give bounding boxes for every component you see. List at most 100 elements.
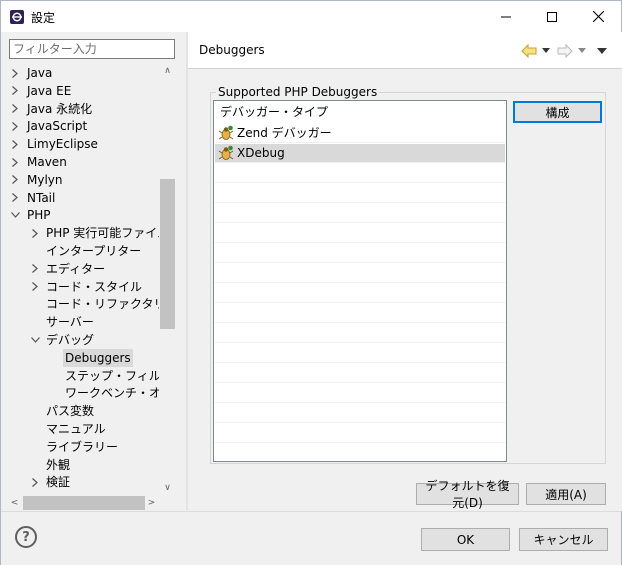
tree-item[interactable]: サーバー [7, 313, 161, 331]
tree-item[interactable]: Debuggers [7, 348, 161, 367]
window-title: 設定 [31, 11, 56, 25]
maximize-icon [547, 11, 557, 22]
chevron-down-icon[interactable] [29, 331, 41, 349]
empty-list-row [215, 164, 505, 183]
tree-item-label: ワークベンチ・オプシ [65, 386, 161, 401]
chevron-right-icon[interactable] [29, 278, 41, 296]
tree-item[interactable]: NTail [7, 189, 161, 207]
back-history-dropdown[interactable] [542, 42, 550, 60]
tree-item-label: JavaScript [27, 119, 88, 134]
view-menu-button[interactable] [597, 42, 607, 60]
tree-item[interactable]: LimyEclipse [7, 135, 161, 153]
tree-item[interactable]: デバッグ [7, 331, 161, 349]
tree-item[interactable]: Java [7, 64, 161, 82]
close-icon [592, 11, 604, 22]
chevron-down-icon[interactable] [9, 206, 21, 224]
maximize-button[interactable] [529, 1, 575, 32]
filter-input[interactable] [9, 39, 175, 59]
tree-item[interactable]: コード・スタイル [7, 278, 161, 296]
forward-arrow-icon [557, 44, 573, 58]
tree-item-label: Maven [27, 155, 67, 169]
debugger-list-item[interactable]: XDebug [215, 144, 505, 163]
view-menu-icon [597, 47, 607, 54]
dropdown-icon [542, 48, 550, 53]
tree-item[interactable]: エディター [7, 260, 161, 278]
ok-button[interactable]: OK [421, 528, 510, 551]
tree-item[interactable]: Mylyn [7, 171, 161, 189]
debugger-label: Zend デバッガー [237, 125, 332, 140]
eclipse-icon [10, 10, 24, 24]
chevron-right-icon[interactable] [9, 171, 21, 189]
chevron-right-icon[interactable] [9, 135, 21, 153]
scroll-thumb[interactable] [23, 496, 145, 510]
tree-item-label: PHP 実行可能ファイル [46, 226, 161, 241]
tree-item-label: Java 永続化 [27, 101, 93, 116]
tree-item-label: Mylyn [27, 172, 63, 187]
empty-list-row [215, 424, 505, 443]
debugger-bug-icon [218, 145, 237, 161]
tree-item[interactable]: パス変数 [7, 402, 161, 420]
tree-item[interactable]: PHP 実行可能ファイル [7, 224, 161, 242]
tree-item[interactable]: ワークベンチ・オプシ [7, 384, 161, 402]
back-button[interactable] [521, 42, 537, 60]
scroll-right-icon[interactable]: > [144, 495, 159, 510]
chevron-right-icon[interactable] [9, 189, 21, 207]
tree-item-label: LimyEclipse [27, 137, 98, 152]
tree-item[interactable]: JavaScript [7, 117, 161, 135]
tree-item-label: NTail [27, 190, 56, 205]
scroll-left-icon[interactable]: < [7, 495, 22, 510]
scroll-thumb[interactable] [160, 179, 175, 329]
tree-item[interactable]: インタープリター [7, 242, 161, 260]
tree-item[interactable]: マニュアル [7, 420, 161, 438]
tree-item[interactable]: 検証 [7, 473, 161, 491]
apply-button[interactable]: 適用(A) [526, 483, 606, 505]
tree-horizontal-scrollbar[interactable]: < > [7, 495, 176, 511]
forward-button[interactable] [557, 42, 573, 60]
forward-history-dropdown[interactable] [578, 42, 586, 60]
tree-item[interactable]: Java EE [7, 82, 161, 100]
tree-item-label: コード・リファクタリング [46, 297, 161, 312]
chevron-right-icon[interactable] [9, 117, 21, 135]
tree-item-label: 外観 [46, 457, 71, 472]
preferences-tree: Java Java EE Java 永続化 JavaScript LimyEclipse… [7, 63, 161, 495]
tree-vertical-scrollbar[interactable]: ∧ ∨ [159, 63, 176, 495]
tree-item[interactable]: Java 永続化 [7, 100, 161, 118]
tree-item-label: Debuggers [63, 348, 133, 367]
tree-item[interactable]: ライブラリー [7, 438, 161, 456]
empty-list-row [215, 364, 505, 383]
chevron-right-icon[interactable] [9, 82, 21, 100]
tree-item-label: コード・スタイル [46, 279, 143, 294]
scroll-up-icon[interactable]: ∧ [160, 63, 175, 78]
empty-list-row [215, 284, 505, 303]
preferences-sidebar: Java Java EE Java 永続化 JavaScript LimyEclipse… [1, 32, 186, 511]
tree-item-label: インタープリター [46, 244, 142, 258]
tree-item[interactable]: Maven [7, 153, 161, 171]
chevron-right-icon[interactable] [29, 260, 41, 278]
cancel-button[interactable]: キャンセル [519, 528, 608, 551]
tree-item[interactable]: PHP [7, 206, 161, 224]
help-icon[interactable]: ? [15, 526, 37, 548]
preferences-dialog: 設定 Java Java EE Java 永続化 JavaScript LimyEcli… [0, 0, 622, 565]
empty-list-row [215, 444, 505, 463]
chevron-right-icon[interactable] [9, 64, 21, 82]
debugger-list-item[interactable]: Zend デバッガー [215, 124, 505, 143]
restore-defaults-button[interactable]: デフォルトを復元(D) [416, 479, 519, 510]
debugger-list[interactable]: デバッガー・タイプ Zend デバッガー XDebug [213, 100, 507, 463]
scroll-down-icon[interactable]: ∨ [160, 480, 175, 495]
empty-list-row [215, 344, 505, 363]
tree-item[interactable]: コード・リファクタリング [7, 295, 161, 313]
chevron-right-icon[interactable] [29, 473, 41, 491]
empty-list-row [215, 324, 505, 343]
page-header: Debuggers [188, 32, 622, 69]
chevron-right-icon[interactable] [29, 224, 41, 242]
minimize-button[interactable] [483, 1, 529, 32]
chevron-right-icon[interactable] [9, 100, 21, 118]
tree-item-label: Java [27, 66, 53, 80]
empty-list-row [215, 204, 505, 223]
tree-item[interactable]: ステップ・フィルター [7, 367, 161, 385]
tree-item[interactable]: 外観 [7, 456, 161, 474]
chevron-right-icon[interactable] [9, 153, 21, 171]
dialog-footer: ? OK キャンセル [1, 511, 621, 565]
close-button[interactable] [575, 1, 621, 32]
configure-button[interactable]: 構成 [513, 101, 602, 123]
